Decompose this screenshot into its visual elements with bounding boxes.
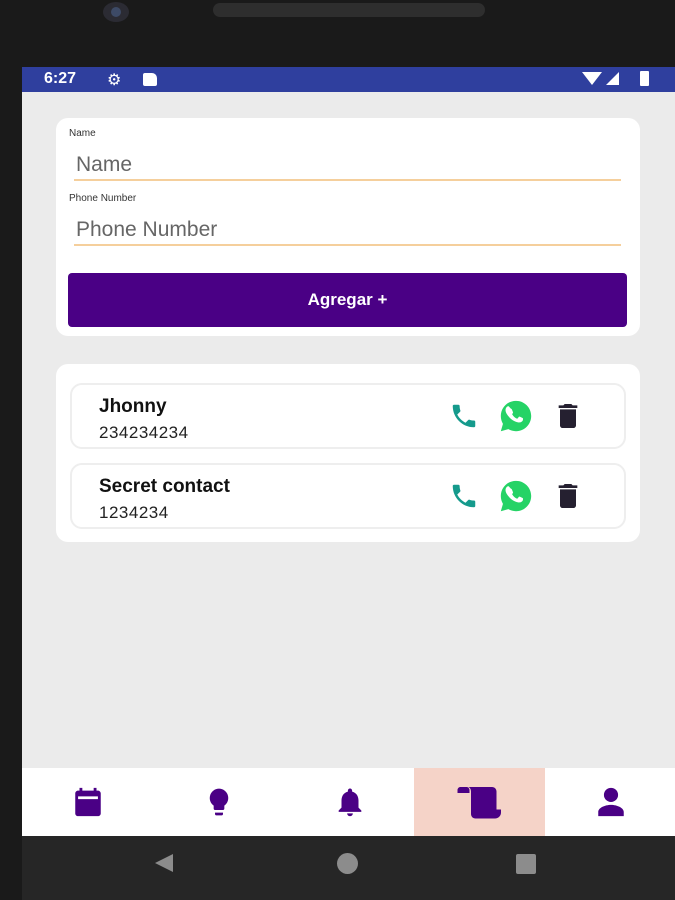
calendar-icon (74, 787, 101, 817)
phone-input[interactable] (74, 216, 621, 246)
status-time: 6:27 (44, 70, 77, 87)
user-icon (597, 787, 624, 817)
trash-icon (558, 484, 578, 508)
phone-icon (452, 404, 476, 428)
status-bar: 6:27 ⚙ (22, 67, 675, 92)
back-icon[interactable] (155, 854, 173, 872)
nav-item-ideas[interactable] (153, 768, 284, 836)
contact-phone: 1234234 (99, 503, 169, 522)
contact-name: Secret contact (99, 476, 230, 497)
contact-phone: 234234234 (99, 423, 189, 442)
earpiece-speaker (213, 3, 485, 17)
device-frame: 6:27 ⚙ Name Phone Number Agregar + Jhonn… (0, 0, 675, 900)
contact-item: Jhonny 234234234 (70, 383, 626, 449)
contact-item: Secret contact 1234234 (70, 463, 626, 529)
bell-icon (338, 788, 361, 817)
lightbulb-icon (209, 788, 228, 816)
battery-icon (640, 71, 649, 86)
whatsapp-button[interactable] (498, 399, 534, 433)
scroll-icon (457, 787, 501, 819)
nav-item-profile[interactable] (545, 768, 675, 836)
add-contact-button[interactable]: Agregar + (68, 273, 627, 327)
trash-icon (558, 404, 578, 428)
front-camera (103, 2, 129, 22)
app-screen: 6:27 ⚙ Name Phone Number Agregar + Jhonn… (22, 67, 675, 900)
name-input[interactable] (74, 151, 621, 181)
contact-name: Jhonny (99, 396, 167, 417)
nav-item-calendar[interactable] (22, 768, 153, 836)
home-icon[interactable] (337, 853, 358, 874)
call-button[interactable] (446, 399, 482, 433)
contact-list: Jhonny 234234234 Secret contact 1234234 (56, 364, 640, 542)
sd-card-icon (143, 73, 157, 86)
nav-item-contacts[interactable] (414, 768, 545, 836)
nav-item-notifications[interactable] (284, 768, 415, 836)
whatsapp-icon (500, 480, 532, 512)
delete-button[interactable] (550, 399, 586, 433)
phone-label: Phone Number (69, 193, 137, 204)
whatsapp-icon (500, 400, 532, 432)
bottom-navigation (22, 768, 675, 836)
recents-icon[interactable] (516, 854, 536, 874)
wifi-icon (582, 72, 602, 85)
phone-icon (452, 484, 476, 508)
signal-icon (606, 72, 619, 85)
delete-button[interactable] (550, 479, 586, 513)
gear-icon: ⚙ (107, 72, 122, 89)
add-contact-form: Name Phone Number Agregar + (56, 118, 640, 336)
call-button[interactable] (446, 479, 482, 513)
whatsapp-button[interactable] (498, 479, 534, 513)
name-label: Name (69, 128, 96, 139)
system-navigation-bar (22, 836, 675, 900)
